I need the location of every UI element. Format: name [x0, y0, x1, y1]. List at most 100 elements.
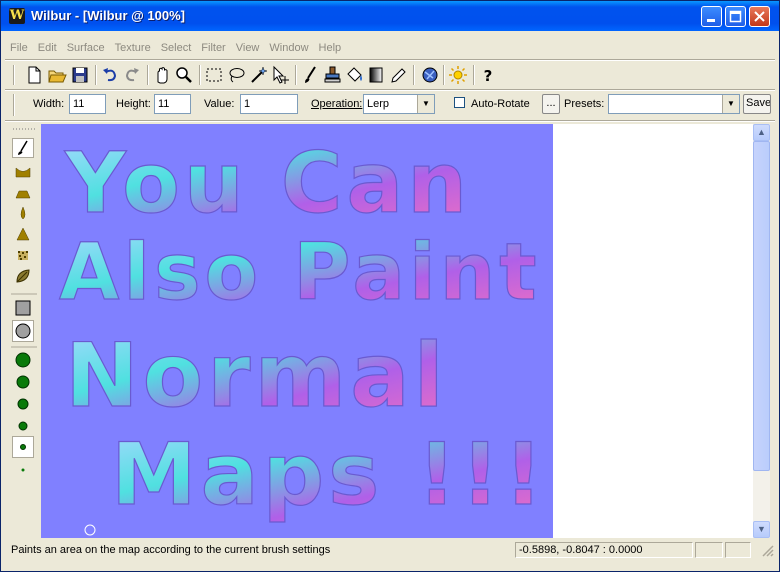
- menu-edit[interactable]: Edit: [33, 39, 62, 57]
- pencil-icon[interactable]: [387, 64, 409, 86]
- toolbar-grip: [13, 65, 15, 85]
- height-input[interactable]: 11: [154, 94, 191, 114]
- value-input[interactable]: 1: [240, 94, 298, 114]
- normal-map-image[interactable]: You Can Also Paint Normal Maps !!!: [41, 124, 553, 538]
- painted-line-4: Maps !!!: [111, 425, 547, 525]
- menu-surface[interactable]: Surface: [62, 39, 110, 57]
- brush-size-l-icon[interactable]: [12, 372, 34, 392]
- chevron-down-icon[interactable]: ▼: [417, 95, 434, 113]
- scroll-up-icon[interactable]: ▲: [753, 124, 770, 141]
- svg-text:?: ?: [484, 67, 493, 85]
- width-label: Width:: [33, 98, 65, 110]
- menu-select[interactable]: Select: [156, 39, 197, 57]
- auto-rotate-checkbox[interactable]: [454, 97, 465, 108]
- resize-grip-icon[interactable]: [761, 544, 775, 558]
- menu-help[interactable]: Help: [314, 39, 347, 57]
- save-preset-button[interactable]: Save: [743, 94, 771, 114]
- leaf-brush-icon[interactable]: [12, 267, 34, 287]
- title-bar[interactable]: W Wilbur - [Wilbur @ 100%]: [1, 1, 779, 31]
- wilbur-app-icon[interactable]: W: [9, 8, 25, 24]
- lasso-select-icon[interactable]: [225, 64, 247, 86]
- minimize-icon: [707, 19, 715, 22]
- brush-cursor-icon: [84, 524, 96, 536]
- circle-shape-icon[interactable]: [12, 320, 34, 342]
- main-toolbar: ?: [11, 62, 771, 88]
- toolbar-separator: [199, 65, 201, 85]
- drop-brush-icon[interactable]: [12, 204, 34, 224]
- zoom-magnifier-icon[interactable]: [173, 64, 195, 86]
- brush-size-m-icon[interactable]: [12, 394, 34, 414]
- brush-size-xxs-icon[interactable]: [12, 460, 34, 480]
- render-icon[interactable]: [419, 64, 441, 86]
- divider: [5, 120, 775, 122]
- palette-divider: [11, 346, 37, 348]
- menu-file[interactable]: File: [5, 39, 33, 57]
- chevron-down-icon[interactable]: ▼: [722, 95, 739, 113]
- plateau-brush-icon[interactable]: [12, 183, 34, 203]
- presets-select[interactable]: ▼: [608, 94, 740, 114]
- brush-size-xl-icon[interactable]: [12, 350, 34, 370]
- menu-filter[interactable]: Filter: [196, 39, 230, 57]
- move-cursor-icon[interactable]: [269, 64, 291, 86]
- gradient-icon[interactable]: [365, 64, 387, 86]
- brush-size-s-icon[interactable]: [12, 416, 34, 436]
- stamp-icon[interactable]: [321, 64, 343, 86]
- brush-options-bar: Width: 11 Height: 11 Value: 1 Operation:…: [11, 91, 780, 119]
- canvas-area[interactable]: You Can Also Paint Normal Maps !!!: [41, 124, 753, 538]
- painted-line-3: Normal: [65, 324, 448, 427]
- redo-icon[interactable]: [121, 64, 143, 86]
- maximize-button[interactable]: [725, 6, 746, 27]
- close-icon: [754, 11, 765, 22]
- open-folder-icon[interactable]: [46, 64, 68, 86]
- toolbar-separator: [95, 65, 97, 85]
- close-button[interactable]: [749, 6, 770, 27]
- toolbar-separator: [295, 65, 297, 85]
- magic-wand-icon[interactable]: [247, 64, 269, 86]
- status-panel: [695, 542, 723, 558]
- operation-label: Operation:: [311, 98, 363, 110]
- painted-line-2: Also Paint: [59, 228, 541, 318]
- brush-icon[interactable]: [299, 64, 321, 86]
- toolbar-separator: [413, 65, 415, 85]
- window-title: Wilbur - [Wilbur @ 100%]: [31, 8, 186, 23]
- height-label: Height:: [116, 98, 151, 110]
- operation-select[interactable]: Lerp ▼: [363, 94, 435, 114]
- palette-grip: [13, 128, 35, 130]
- divider: [5, 59, 775, 61]
- menu-texture[interactable]: Texture: [110, 39, 156, 57]
- menu-window[interactable]: Window: [264, 39, 313, 57]
- brush-tool-icon[interactable]: [12, 138, 34, 158]
- noise-brush-icon[interactable]: [12, 246, 34, 266]
- save-disk-icon[interactable]: [69, 64, 91, 86]
- status-panel: [725, 542, 751, 558]
- status-message: Paints an area on the map according to t…: [11, 544, 331, 556]
- status-bar: Paints an area on the map according to t…: [5, 541, 777, 559]
- rect-select-icon[interactable]: [203, 64, 225, 86]
- menu-view[interactable]: View: [231, 39, 265, 57]
- palette-divider: [11, 293, 37, 295]
- scroll-thumb[interactable]: [753, 141, 770, 471]
- fill-bucket-icon[interactable]: [343, 64, 365, 86]
- brush-palette: [9, 124, 39, 538]
- peak-brush-icon[interactable]: [12, 225, 34, 245]
- hand-pan-icon[interactable]: [151, 64, 173, 86]
- width-input[interactable]: 11: [69, 94, 106, 114]
- scroll-down-icon[interactable]: ▼: [753, 521, 770, 538]
- new-file-icon[interactable]: [23, 64, 45, 86]
- presets-browse-button[interactable]: ...: [542, 94, 560, 114]
- help-question-icon[interactable]: ?: [477, 64, 499, 86]
- painted-line-1: You Can: [64, 134, 471, 232]
- toolbar-separator: [147, 65, 149, 85]
- auto-rotate-label: Auto-Rotate: [471, 98, 530, 110]
- minimize-button[interactable]: [701, 6, 722, 27]
- maximize-icon: [729, 10, 742, 23]
- toolbar-separator: [443, 65, 445, 85]
- undo-icon[interactable]: [99, 64, 121, 86]
- square-shape-icon[interactable]: [12, 298, 34, 318]
- valley-brush-icon[interactable]: [12, 162, 34, 182]
- presets-label: Presets:: [564, 98, 605, 110]
- value-label: Value:: [204, 98, 235, 110]
- vertical-scrollbar[interactable]: ▲ ▼: [753, 124, 770, 538]
- brush-size-xs-icon[interactable]: [12, 436, 34, 458]
- light-sun-icon[interactable]: [447, 64, 469, 86]
